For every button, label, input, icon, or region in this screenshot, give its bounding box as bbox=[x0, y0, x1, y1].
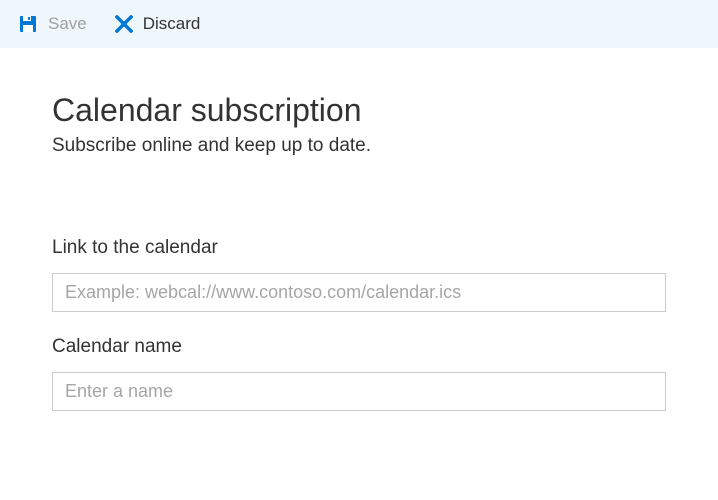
name-field-label: Calendar name bbox=[52, 336, 666, 358]
discard-button-label: Discard bbox=[143, 14, 201, 34]
save-icon bbox=[18, 14, 38, 34]
toolbar: Save Discard bbox=[0, 0, 718, 48]
close-icon bbox=[115, 15, 133, 33]
name-input[interactable] bbox=[52, 372, 666, 411]
page-subtitle: Subscribe online and keep up to date. bbox=[52, 135, 666, 157]
save-button[interactable]: Save bbox=[18, 14, 87, 34]
content-area: Calendar subscription Subscribe online a… bbox=[0, 48, 718, 411]
link-input[interactable] bbox=[52, 273, 666, 312]
link-field-label: Link to the calendar bbox=[52, 237, 666, 259]
page-title: Calendar subscription bbox=[52, 92, 666, 129]
link-field-group: Link to the calendar bbox=[52, 237, 666, 312]
save-button-label: Save bbox=[48, 14, 87, 34]
name-field-group: Calendar name bbox=[52, 336, 666, 411]
discard-button[interactable]: Discard bbox=[115, 14, 201, 34]
